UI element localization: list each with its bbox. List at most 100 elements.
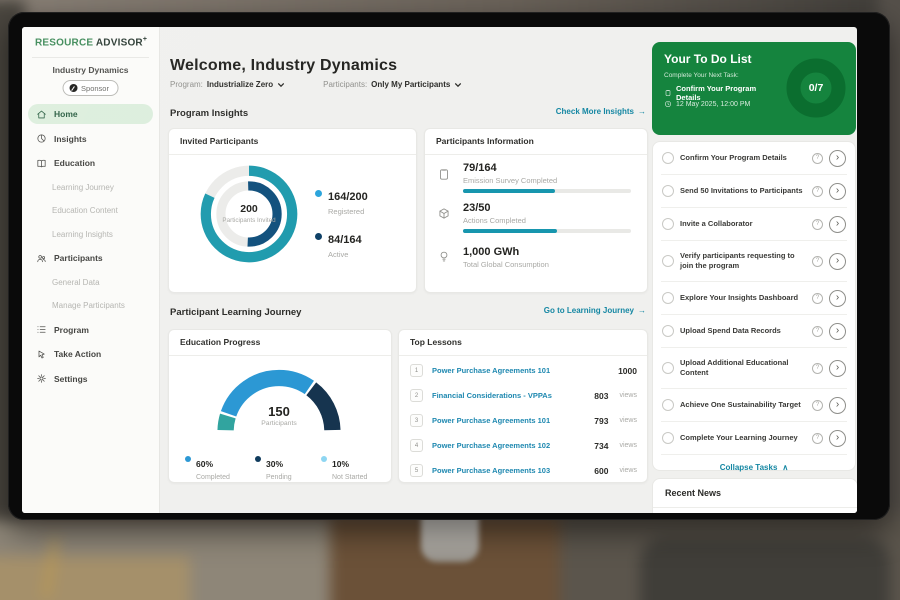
legend-dot bbox=[255, 456, 261, 462]
lesson-link[interactable]: Power Purchase Agreements 101 bbox=[432, 366, 609, 375]
task-go-button[interactable] bbox=[829, 397, 846, 414]
sidebar-item-home[interactable]: Home bbox=[28, 104, 153, 124]
info-icon[interactable] bbox=[812, 219, 823, 230]
sidebar-item-learning-insights[interactable]: Learning Insights bbox=[28, 225, 153, 244]
lesson-link[interactable]: Financial Considerations - VPPAs bbox=[432, 391, 585, 400]
lesson-link[interactable]: Power Purchase Agreements 102 bbox=[432, 441, 585, 450]
task-go-button[interactable] bbox=[829, 253, 846, 270]
rank-badge: 5 bbox=[410, 464, 423, 477]
task-row: Achieve One Sustainability Target bbox=[661, 389, 847, 422]
sidebar-item-program[interactable]: Program bbox=[28, 320, 153, 340]
legend-not-started: 10% Not Started bbox=[321, 454, 367, 481]
sidebar-item-learning-journey[interactable]: Learning Journey bbox=[28, 178, 153, 197]
app-logo[interactable]: RESOURCE ADVISOR+ bbox=[35, 36, 147, 48]
program-filter[interactable]: Program: Industrialize Zero bbox=[170, 80, 285, 89]
progress-bar bbox=[463, 189, 631, 193]
info-icon[interactable] bbox=[812, 363, 823, 374]
clipboard-icon bbox=[664, 89, 672, 97]
top-lessons-card: Top Lessons 1 Power Purchase Agreements … bbox=[398, 329, 648, 483]
settings-icon bbox=[36, 373, 47, 384]
sidebar-item-manage-participants[interactable]: Manage Participants bbox=[28, 296, 153, 315]
filters-bar: Program: Industrialize Zero Participants… bbox=[170, 80, 462, 89]
task-row: Complete Your Learning Journey bbox=[661, 422, 847, 455]
legend-dot bbox=[315, 190, 322, 197]
chevron-up-icon: ∧ bbox=[782, 463, 788, 472]
org-name: Industry Dynamics bbox=[22, 65, 159, 75]
info-icon[interactable] bbox=[812, 433, 823, 444]
sidebar-item-label: Settings bbox=[54, 374, 88, 384]
task-row: Upload Spend Data Records bbox=[661, 315, 847, 348]
sidebar-item-take-action[interactable]: Take Action bbox=[28, 344, 153, 364]
sidebar-item-label: Home bbox=[54, 109, 78, 119]
task-checkbox[interactable] bbox=[662, 185, 674, 197]
task-checkbox[interactable] bbox=[662, 292, 674, 304]
sidebar-item-education-content[interactable]: Education Content bbox=[28, 201, 153, 220]
sidebar-item-label: Take Action bbox=[54, 349, 101, 359]
task-checkbox[interactable] bbox=[662, 399, 674, 411]
lesson-link[interactable]: Power Purchase Agreements 103 bbox=[432, 466, 585, 475]
recent-news-title: Recent News bbox=[665, 488, 721, 498]
sidebar-item-education[interactable]: Education bbox=[28, 153, 153, 173]
task-checkbox[interactable] bbox=[662, 152, 674, 164]
legend-dot bbox=[315, 233, 322, 240]
task-checkbox[interactable] bbox=[662, 255, 674, 267]
collapse-tasks-link[interactable]: Collapse Tasks ∧ bbox=[661, 455, 847, 480]
lesson-row: 2 Financial Considerations - VPPAs 803vi… bbox=[410, 383, 637, 408]
photo-scene: RESOURCE ADVISOR+ Industry Dynamics Spon… bbox=[0, 0, 900, 600]
task-go-button[interactable] bbox=[829, 150, 846, 167]
divider bbox=[653, 507, 857, 508]
lesson-row: 1 Power Purchase Agreements 101 1000 bbox=[410, 358, 637, 383]
sidebar: RESOURCE ADVISOR+ Industry Dynamics Spon… bbox=[22, 27, 160, 513]
lesson-link[interactable]: Power Purchase Agreements 101 bbox=[432, 416, 585, 425]
check-more-insights-link[interactable]: Check More Insights → bbox=[556, 107, 646, 116]
todo-summary-card: Your To Do List Complete Your Next Task:… bbox=[652, 42, 856, 135]
sidebar-item-label: Program bbox=[54, 325, 89, 335]
rank-badge: 2 bbox=[410, 389, 423, 402]
todo-task-list: Confirm Your Program Details Send 50 Inv… bbox=[652, 141, 856, 471]
rank-badge: 3 bbox=[410, 414, 423, 427]
task-checkbox[interactable] bbox=[662, 325, 674, 337]
program-icon bbox=[36, 324, 47, 335]
task-go-button[interactable] bbox=[829, 360, 846, 377]
task-row: Verify participants requesting to join t… bbox=[661, 241, 847, 282]
card-title: Education Progress bbox=[169, 330, 391, 356]
info-row: 1,000 GWh Total Global Consumption bbox=[463, 246, 549, 269]
sidebar-item-settings[interactable]: Settings bbox=[28, 369, 153, 389]
info-icon[interactable] bbox=[812, 256, 823, 267]
sidebar-item-label: Participants bbox=[54, 253, 103, 263]
sidebar-item-insights[interactable]: Insights bbox=[28, 129, 153, 149]
task-row: Confirm Your Program Details bbox=[661, 142, 847, 175]
chevron-down-icon bbox=[277, 81, 285, 89]
task-checkbox[interactable] bbox=[662, 218, 674, 230]
info-icon[interactable] bbox=[812, 153, 823, 164]
task-go-button[interactable] bbox=[829, 430, 846, 447]
info-icon[interactable] bbox=[812, 293, 823, 304]
card-title: Top Lessons bbox=[399, 330, 647, 356]
info-icon[interactable] bbox=[812, 400, 823, 411]
task-checkbox[interactable] bbox=[662, 362, 674, 374]
task-go-button[interactable] bbox=[829, 290, 846, 307]
sidebar-item-general-data[interactable]: General Data bbox=[28, 273, 153, 292]
go-to-learning-journey-link[interactable]: Go to Learning Journey → bbox=[544, 306, 646, 315]
todo-title: Your To Do List bbox=[664, 52, 752, 66]
education-icon bbox=[36, 158, 47, 169]
lesson-row: 5 Power Purchase Agreements 103 600views bbox=[410, 458, 637, 483]
sponsor-badge[interactable]: Sponsor bbox=[62, 80, 119, 96]
sidebar-nav: Home Insights Education Learning Journey… bbox=[28, 104, 153, 393]
participants-information-card: Participants Information 79/164 Emission… bbox=[424, 128, 648, 293]
legend-dot bbox=[321, 456, 327, 462]
progress-bar bbox=[463, 229, 631, 233]
task-checkbox[interactable] bbox=[662, 432, 674, 444]
page-title: Welcome, Industry Dynamics bbox=[170, 57, 397, 75]
home-icon bbox=[36, 109, 47, 120]
task-go-button[interactable] bbox=[829, 183, 846, 200]
sidebar-item-participants[interactable]: Participants bbox=[28, 248, 153, 268]
sponsor-icon bbox=[69, 84, 77, 92]
task-go-button[interactable] bbox=[829, 323, 846, 340]
arrow-right-icon: → bbox=[638, 306, 646, 315]
info-icon[interactable] bbox=[812, 186, 823, 197]
todo-subtitle: Complete Your Next Task: bbox=[664, 72, 739, 79]
info-icon[interactable] bbox=[812, 326, 823, 337]
participants-filter[interactable]: Participants: Only My Participants bbox=[323, 80, 462, 89]
task-go-button[interactable] bbox=[829, 216, 846, 233]
